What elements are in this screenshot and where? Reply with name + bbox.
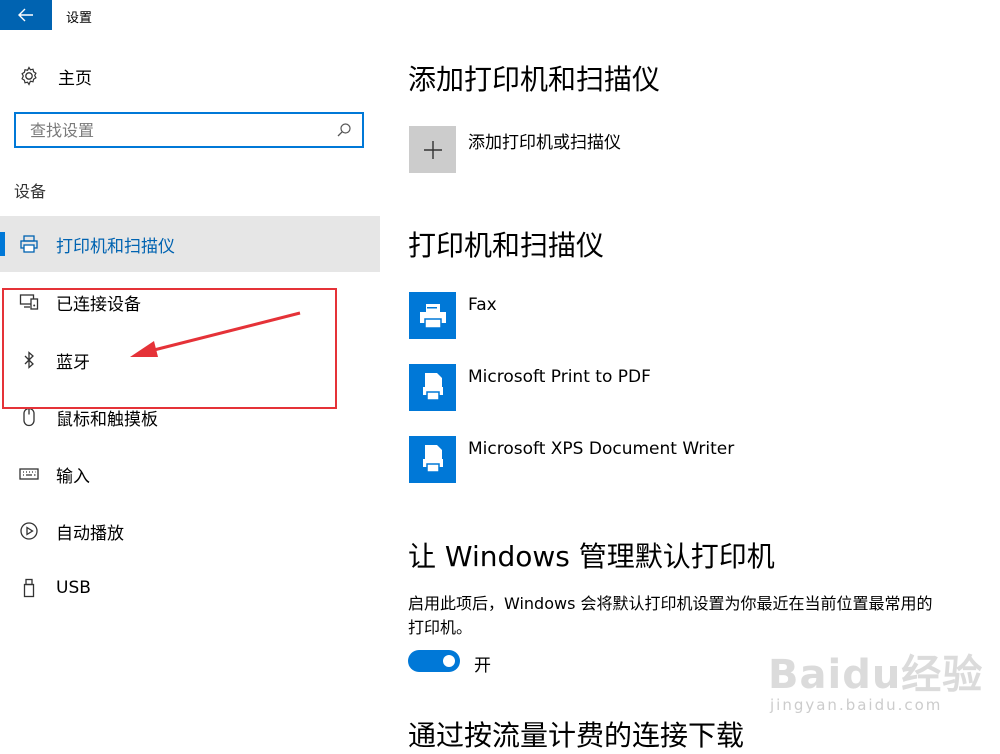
fax-icon — [409, 292, 456, 339]
printer-name: Fax — [468, 295, 497, 315]
home-label: 主页 — [58, 68, 92, 89]
printer-name: Microsoft Print to PDF — [468, 367, 651, 387]
home-link[interactable]: 主页 — [18, 62, 92, 90]
printer-icon — [18, 233, 40, 255]
search-box[interactable] — [14, 112, 364, 148]
mouse-icon — [18, 406, 40, 428]
back-arrow-icon — [18, 8, 33, 22]
keyboard-icon — [18, 463, 40, 485]
printers-heading: 打印机和扫描仪 — [408, 229, 605, 262]
sidebar-item-label: 自动播放 — [56, 523, 124, 544]
default-printer-heading: 让 Windows 管理默认打印机 — [408, 540, 775, 573]
printer-item-pdf[interactable]: Microsoft Print to PDF — [409, 364, 909, 414]
add-printers-heading: 添加打印机和扫描仪 — [408, 63, 661, 96]
metered-heading: 通过按流量计费的连接下载 — [408, 719, 745, 752]
add-printer-button[interactable] — [409, 126, 456, 173]
search-input[interactable] — [28, 115, 334, 145]
sidebar-item-usb[interactable]: USB — [0, 560, 380, 616]
annotation-arrow — [130, 311, 301, 357]
sidebar-item-typing[interactable]: 输入 — [0, 446, 380, 502]
add-printer-label[interactable]: 添加打印机或扫描仪 — [468, 128, 621, 153]
plus-icon — [423, 140, 442, 159]
sidebar-item-autoplay[interactable]: 自动播放 — [0, 503, 380, 559]
sidebar-item-label: USB — [56, 578, 91, 598]
autoplay-icon — [18, 520, 40, 542]
toggle-knob — [443, 655, 455, 667]
sidebar-item-label: 输入 — [56, 466, 90, 487]
watermark-url: jingyan.baidu.com — [770, 696, 943, 714]
printer-item-xps[interactable]: Microsoft XPS Document Writer — [409, 436, 909, 486]
search-icon[interactable] — [334, 122, 354, 138]
default-printer-toggle[interactable] — [408, 650, 460, 672]
section-label: 设备 — [14, 182, 47, 201]
usb-icon — [18, 577, 40, 599]
baidu-watermark: Baidu经验 — [768, 652, 984, 698]
selection-indicator — [0, 232, 5, 256]
gear-icon — [21, 66, 37, 86]
sidebar-item-printers[interactable]: 打印机和扫描仪 — [0, 216, 380, 272]
xps-printer-icon — [409, 436, 456, 483]
pdf-printer-icon — [409, 364, 456, 411]
default-printer-description: 启用此项后，Windows 会将默认打印机设置为你最近在当前位置最常用的打印机。 — [408, 594, 933, 637]
printer-item-fax[interactable]: Fax — [409, 292, 909, 342]
printer-name: Microsoft XPS Document Writer — [468, 439, 735, 459]
sidebar-item-label: 打印机和扫描仪 — [56, 236, 175, 257]
toggle-state-label: 开 — [474, 656, 491, 676]
back-button[interactable] — [0, 0, 52, 30]
window-title: 设置 — [66, 11, 93, 26]
